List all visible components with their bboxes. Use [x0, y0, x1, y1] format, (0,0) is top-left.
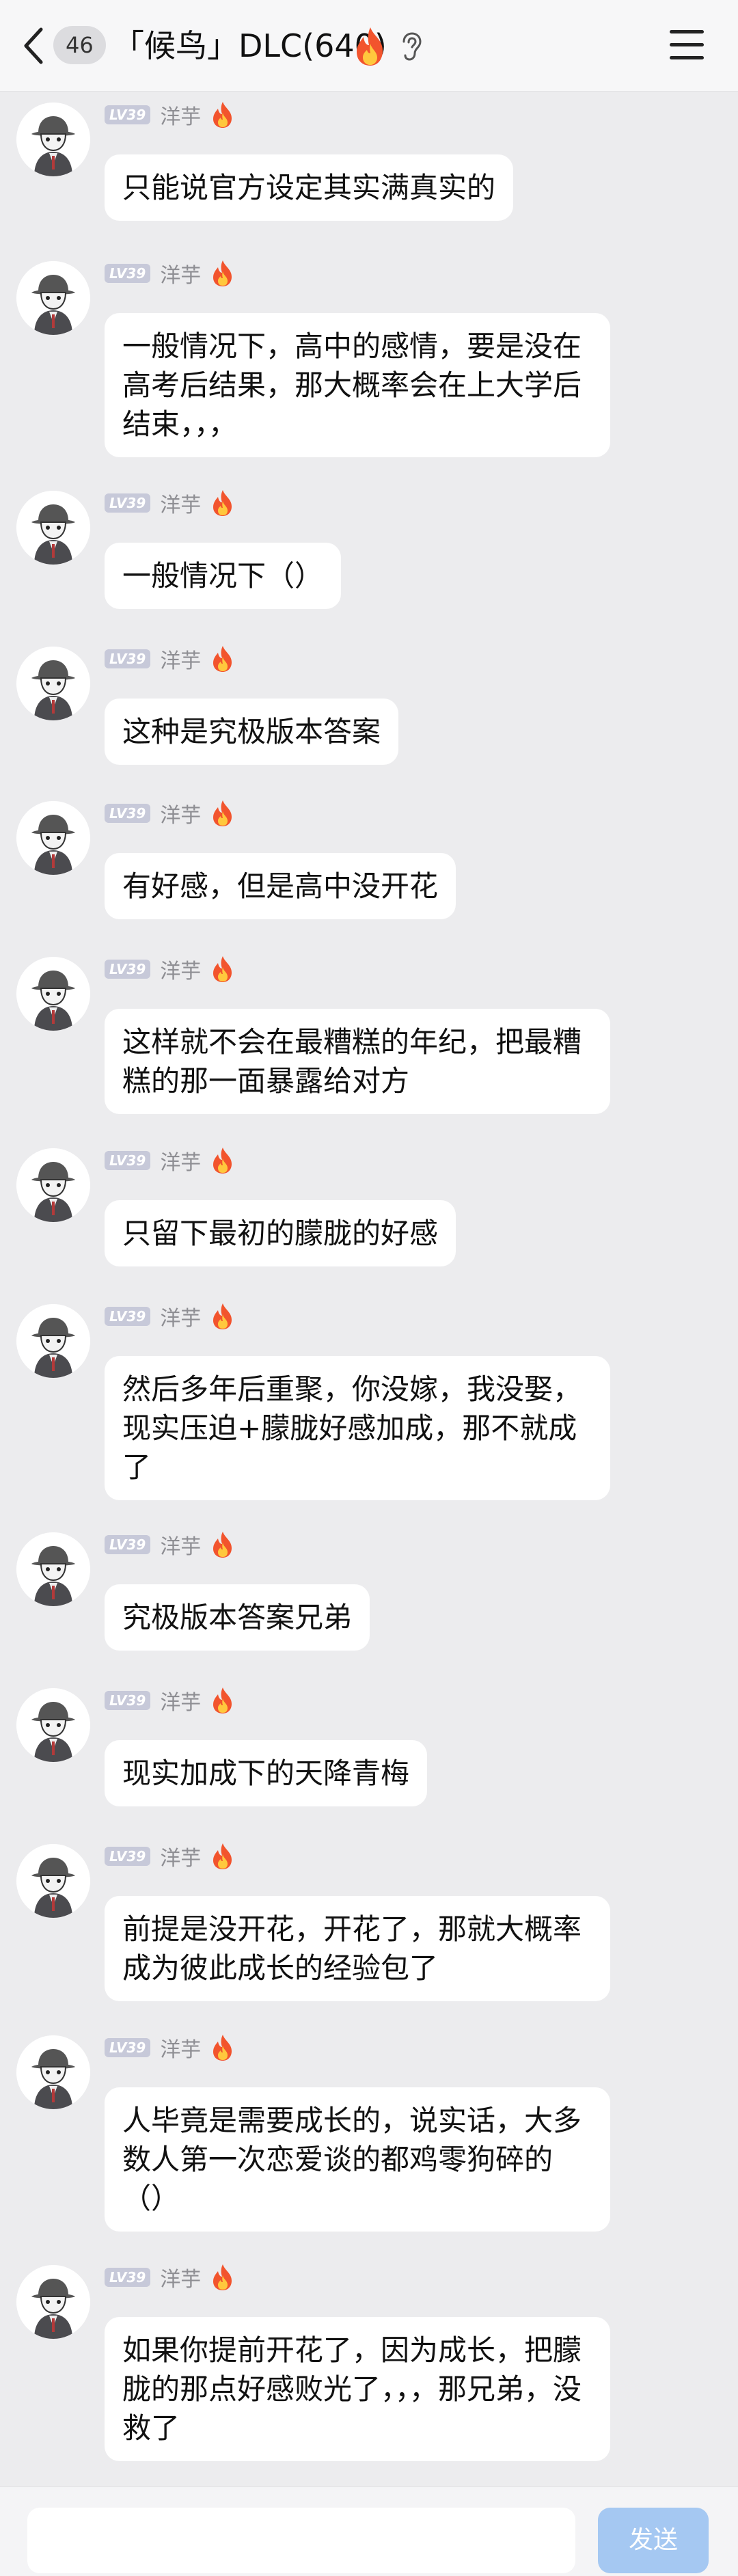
fire-icon [210, 1147, 235, 1174]
message-meta: LV39 洋芋 [105, 100, 235, 130]
username[interactable]: 洋芋 [160, 1530, 201, 1560]
chat-title: 「候鸟」DLC(640) [113, 27, 387, 64]
avatar[interactable] [16, 1844, 90, 1918]
message-meta: LV39 洋芋 [105, 645, 235, 673]
message-meta: LV39 洋芋 [105, 798, 235, 828]
fire-icon [210, 1303, 235, 1330]
fire-icon [210, 2034, 235, 2061]
fire-icon [210, 101, 235, 128]
message-bubble[interactable]: 前提是没开花，开花了，那就大概率成为彼此成长的经验包了 [105, 1896, 610, 2001]
fire-icon [210, 1531, 235, 1558]
message-meta: LV39 洋芋 [105, 1301, 235, 1331]
level-badge: LV39 [105, 2038, 151, 2057]
avatar[interactable] [16, 491, 90, 565]
fire-icon [210, 1687, 235, 1714]
avatar[interactable] [16, 647, 90, 720]
username[interactable]: 洋芋 [160, 258, 201, 288]
level-badge: LV39 [105, 1307, 151, 1326]
username[interactable]: 洋芋 [160, 1145, 201, 1176]
message-bubble[interactable]: 现实加成下的天降青梅 [105, 1740, 428, 1806]
username[interactable]: 洋芋 [160, 488, 201, 518]
level-badge: LV39 [105, 1535, 151, 1554]
fire-icon [210, 260, 235, 287]
message-bubble[interactable]: 有好感，但是高中没开花 [105, 853, 456, 919]
fire-icon [353, 26, 388, 67]
level-badge: LV39 [105, 1691, 151, 1710]
fire-icon [210, 1843, 235, 1870]
message-bubble[interactable]: 只能说官方设定其实满真实的 [105, 154, 514, 221]
message-bubble[interactable]: 只留下最初的朦胧的好感 [105, 1200, 456, 1266]
avatar[interactable] [16, 2035, 90, 2109]
level-badge: LV39 [105, 2268, 151, 2287]
message-bubble[interactable]: 究极版本答案兄弟 [105, 1584, 370, 1651]
hamburger-menu-icon[interactable] [670, 30, 704, 62]
avatar[interactable] [16, 801, 90, 875]
avatar[interactable] [16, 103, 90, 176]
username[interactable]: 洋芋 [160, 1685, 201, 1716]
fire-icon [210, 800, 235, 827]
send-button[interactable]: 发送 [598, 2508, 709, 2573]
avatar[interactable] [16, 261, 90, 335]
level-badge: LV39 [105, 960, 151, 979]
avatar[interactable] [16, 2265, 90, 2339]
level-badge: LV39 [105, 1847, 151, 1866]
username[interactable]: 洋芋 [160, 100, 201, 130]
message-meta: LV39 洋芋 [105, 954, 235, 984]
username[interactable]: 洋芋 [160, 1301, 201, 1331]
unread-count-badge[interactable]: 46 [53, 26, 106, 64]
level-badge: LV39 [105, 804, 151, 823]
message-meta: LV39 洋芋 [105, 2033, 235, 2063]
level-badge: LV39 [105, 264, 151, 283]
back-arrow-icon[interactable] [20, 25, 48, 66]
avatar[interactable] [16, 1304, 90, 1378]
message-bubble[interactable]: 一般情况下（） [105, 543, 342, 609]
message-meta: LV39 洋芋 [105, 258, 235, 288]
username[interactable]: 洋芋 [160, 798, 201, 828]
message-meta: LV39 洋芋 [105, 2262, 235, 2292]
message-bubble[interactable]: 如果你提前开花了，因为成长，把朦胧的那点好感败光了，，，那兄弟，没救了 [105, 2317, 610, 2461]
fire-icon [210, 489, 235, 517]
fire-icon [210, 645, 235, 673]
input-bar: 发送 [0, 2486, 738, 2576]
message-meta: LV39 洋芋 [105, 1685, 235, 1716]
message-bubble[interactable]: 一般情况下，高中的感情，要是没在高考后结果，那大概率会在上大学后结束，，， [105, 313, 610, 457]
message-input[interactable] [27, 2508, 575, 2573]
message-meta: LV39 洋芋 [105, 1841, 235, 1871]
username[interactable]: 洋芋 [160, 2033, 201, 2063]
message-bubble[interactable]: 这种是究极版本答案 [105, 699, 399, 765]
avatar[interactable] [16, 1688, 90, 1762]
message-bubble[interactable]: 这样就不会在最糟糕的年纪，把最糟糕的那一面暴露给对方 [105, 1009, 610, 1114]
ear-icon[interactable] [400, 32, 423, 61]
level-badge: LV39 [105, 1151, 151, 1170]
avatar[interactable] [16, 957, 90, 1031]
username[interactable]: 洋芋 [160, 954, 201, 984]
message-bubble[interactable]: 然后多年后重聚，你没嫁，我没娶，现实压迫+朦胧好感加成，那不就成了 [105, 1356, 610, 1500]
level-badge: LV39 [105, 105, 151, 124]
level-badge: LV39 [105, 493, 151, 513]
avatar[interactable] [16, 1532, 90, 1606]
username[interactable]: 洋芋 [160, 1841, 201, 1871]
fire-icon [210, 955, 235, 983]
message-meta: LV39 洋芋 [105, 1145, 235, 1176]
username[interactable]: 洋芋 [160, 644, 201, 674]
fire-icon [210, 2264, 235, 2291]
message-meta: LV39 洋芋 [105, 489, 235, 517]
message-bubble[interactable]: 人毕竟是需要成长的，说实话，大多数人第一次恋爱谈的都鸡零狗碎的（） [105, 2087, 610, 2232]
level-badge: LV39 [105, 649, 151, 668]
avatar[interactable] [16, 1148, 90, 1222]
username[interactable]: 洋芋 [160, 2262, 201, 2292]
chat-header: 46 「候鸟」DLC(640) [0, 0, 738, 92]
message-meta: LV39 洋芋 [105, 1530, 235, 1560]
